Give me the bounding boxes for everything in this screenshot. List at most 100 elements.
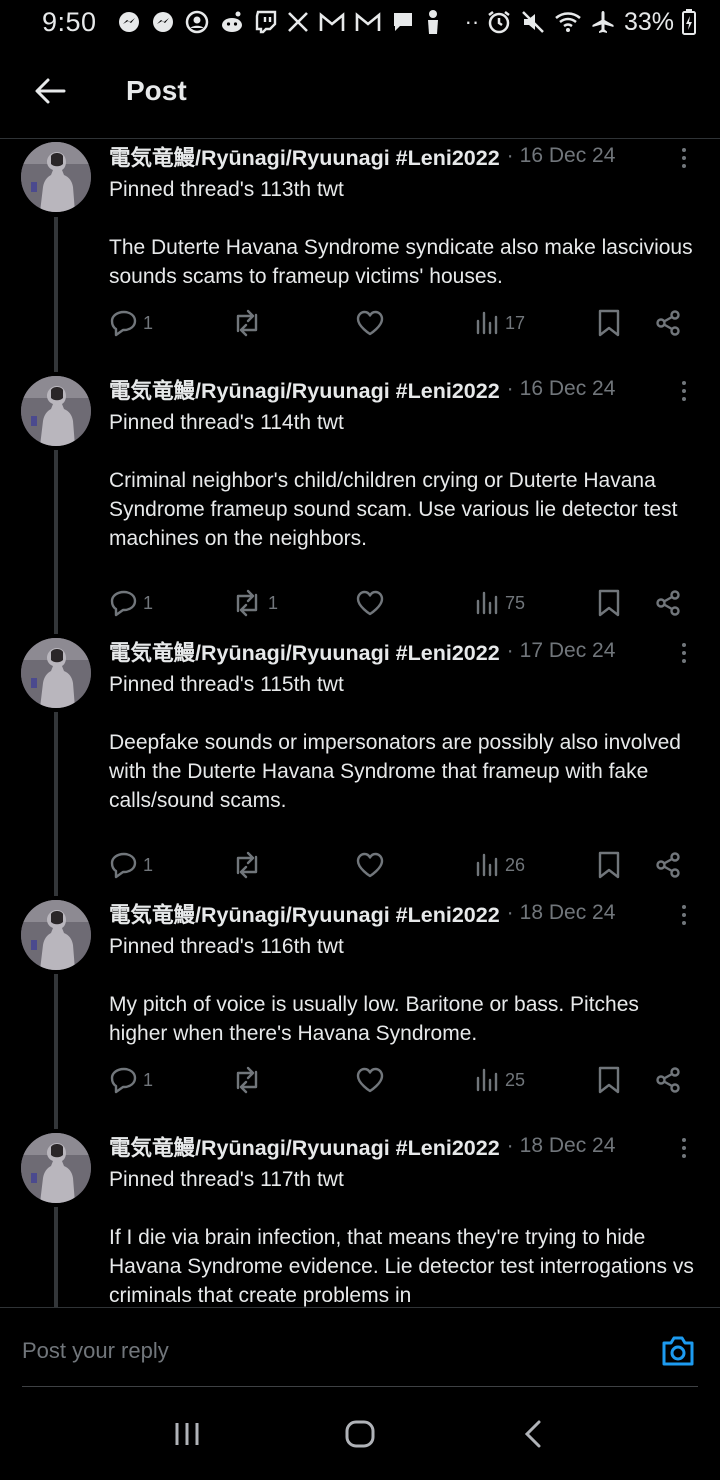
more-options-button[interactable] <box>672 900 696 930</box>
thread-connector-line <box>54 450 58 634</box>
repost-icon <box>236 1066 258 1094</box>
thread-post[interactable]: 電気竜鰻/Ryūnagi/Ryuunagi #Leni2022 · 17 Dec 2… <box>0 634 720 896</box>
thread-post[interactable]: 電気竜鰻/Ryūnagi/Ryuunagi #Leni2022 · 16 Dec 2… <box>0 139 720 372</box>
like-button[interactable] <box>355 585 385 621</box>
views-icon <box>476 1068 498 1092</box>
recent-apps-icon <box>175 1423 199 1445</box>
avatar[interactable] <box>21 900 91 970</box>
share-icon <box>656 310 680 336</box>
author-name[interactable]: 電気竜鰻/Ryūnagi/Ryuunagi #Leni2022 <box>109 898 500 929</box>
status-time: 9:50 <box>42 6 97 37</box>
post-header: 電気竜鰻/Ryūnagi/Ryuunagi #Leni2022 · 16 Dec 2… <box>109 375 700 403</box>
twitch-icon <box>255 10 276 34</box>
bookmark-button[interactable] <box>597 585 621 621</box>
post-header: 電気竜鰻/Ryūnagi/Ryuunagi #Leni2022 · 18 Dec 2… <box>109 899 700 927</box>
views-icon <box>476 853 498 877</box>
author-name[interactable]: 電気竜鰻/Ryūnagi/Ryuunagi #Leni2022 <box>109 374 500 405</box>
post-date[interactable]: 16 Dec 24 <box>520 144 616 168</box>
x-icon <box>287 12 308 32</box>
post-text: Pinned thread's 114th twt Criminal neigh… <box>109 411 678 550</box>
post-date[interactable]: 17 Dec 24 <box>520 639 616 663</box>
bookmark-button[interactable] <box>597 305 621 341</box>
thread-connector-line <box>54 217 58 372</box>
share-button[interactable] <box>654 847 682 883</box>
system-back-button[interactable] <box>503 1404 563 1464</box>
repost-button[interactable]: 1 <box>230 585 278 621</box>
bookmark-icon <box>598 1066 620 1094</box>
avatar[interactable] <box>21 142 91 212</box>
home-button[interactable] <box>330 1404 390 1464</box>
thread-post[interactable]: 電気竜鰻/Ryūnagi/Ryuunagi #Leni2022 · 16 Dec 2… <box>0 372 720 634</box>
share-button[interactable] <box>654 1062 682 1098</box>
battery-charging-icon <box>682 9 696 35</box>
repost-button[interactable] <box>230 847 268 883</box>
views-button[interactable]: 75 <box>475 585 525 621</box>
like-button[interactable] <box>355 1062 385 1098</box>
post-actions: 1 25 <box>109 1062 689 1098</box>
views-button[interactable]: 26 <box>475 847 525 883</box>
wifi-icon <box>555 12 581 32</box>
reply-input[interactable]: Post your reply <box>22 1338 169 1364</box>
post-header: 電気竜鰻/Ryūnagi/Ryuunagi #Leni2022 · 17 Dec 2… <box>109 637 700 665</box>
post-date[interactable]: 18 Dec 24 <box>520 1134 616 1158</box>
author-name[interactable]: 電気竜鰻/Ryūnagi/Ryuunagi #Leni2022 <box>109 141 500 172</box>
post-header: 電気竜鰻/Ryūnagi/Ryuunagi #Leni2022 · 18 Dec 2… <box>109 1132 700 1160</box>
thread-connector-line <box>54 1207 58 1307</box>
share-button[interactable] <box>654 585 682 621</box>
like-button[interactable] <box>355 847 385 883</box>
reply-count: 1 <box>143 592 154 613</box>
reply-button[interactable]: 1 <box>109 305 153 341</box>
arrow-left-icon <box>35 78 66 104</box>
avatar[interactable] <box>21 1133 91 1203</box>
chat-icon <box>393 13 412 31</box>
repost-button[interactable] <box>230 1062 268 1098</box>
bookmark-icon <box>598 851 620 879</box>
like-button[interactable] <box>355 305 385 341</box>
author-name[interactable]: 電気竜鰻/Ryūnagi/Ryuunagi #Leni2022 <box>109 636 500 667</box>
views-button[interactable]: 25 <box>475 1062 525 1098</box>
repost-icon <box>236 309 258 337</box>
page-title: Post <box>126 75 187 106</box>
views-count: 25 <box>505 1069 526 1090</box>
thread-feed[interactable]: 電気竜鰻/Ryūnagi/Ryuunagi #Leni2022 · 16 Dec 2… <box>0 139 720 1307</box>
reply-button[interactable]: 1 <box>109 1062 153 1098</box>
share-button[interactable] <box>654 305 682 341</box>
more-options-button[interactable] <box>672 638 696 668</box>
bookmark-button[interactable] <box>597 847 621 883</box>
recent-apps-button[interactable] <box>157 1404 217 1464</box>
thread-post[interactable]: 電気竜鰻/Ryūnagi/Ryuunagi #Leni2022 · 18 Dec 2… <box>0 1129 720 1307</box>
repost-button[interactable] <box>230 305 268 341</box>
views-icon <box>476 311 498 335</box>
reply-icon <box>110 1067 137 1094</box>
battery-percent: 33% <box>623 7 674 36</box>
bookmark-icon <box>598 309 620 337</box>
status-right: 33% <box>486 0 696 44</box>
reply-icon <box>110 310 137 337</box>
post-date[interactable]: 16 Dec 24 <box>520 377 616 401</box>
reply-bar: Post your reply <box>0 1307 720 1387</box>
post-date[interactable]: 18 Dec 24 <box>520 901 616 925</box>
reply-icon <box>110 852 137 879</box>
airplane-icon <box>592 11 614 33</box>
views-button[interactable]: 17 <box>475 305 525 341</box>
share-icon <box>656 852 680 878</box>
author-name[interactable]: 電気竜鰻/Ryūnagi/Ryuunagi #Leni2022 <box>109 1131 500 1162</box>
back-button[interactable] <box>20 61 80 121</box>
post-text: Pinned thread's 113th twt The Duterte Ha… <box>109 178 693 288</box>
thread-post[interactable]: 電気竜鰻/Ryūnagi/Ryuunagi #Leni2022 · 18 Dec 2… <box>0 896 720 1129</box>
post-text: Pinned thread's 115th twt Deepfake sound… <box>109 673 681 812</box>
separator-dot: · <box>506 1134 514 1157</box>
avatar[interactable] <box>21 638 91 708</box>
alarm-icon <box>488 11 510 34</box>
share-icon <box>656 590 680 616</box>
avatar[interactable] <box>21 376 91 446</box>
more-options-button[interactable] <box>672 1133 696 1163</box>
more-options-button[interactable] <box>672 376 696 406</box>
reply-button[interactable]: 1 <box>109 585 153 621</box>
separator-dot: · <box>506 639 514 662</box>
camera-icon[interactable] <box>660 1334 696 1368</box>
bookmark-button[interactable] <box>597 1062 621 1098</box>
reply-button[interactable]: 1 <box>109 847 153 883</box>
reply-divider <box>22 1386 698 1387</box>
more-options-button[interactable] <box>672 143 696 173</box>
